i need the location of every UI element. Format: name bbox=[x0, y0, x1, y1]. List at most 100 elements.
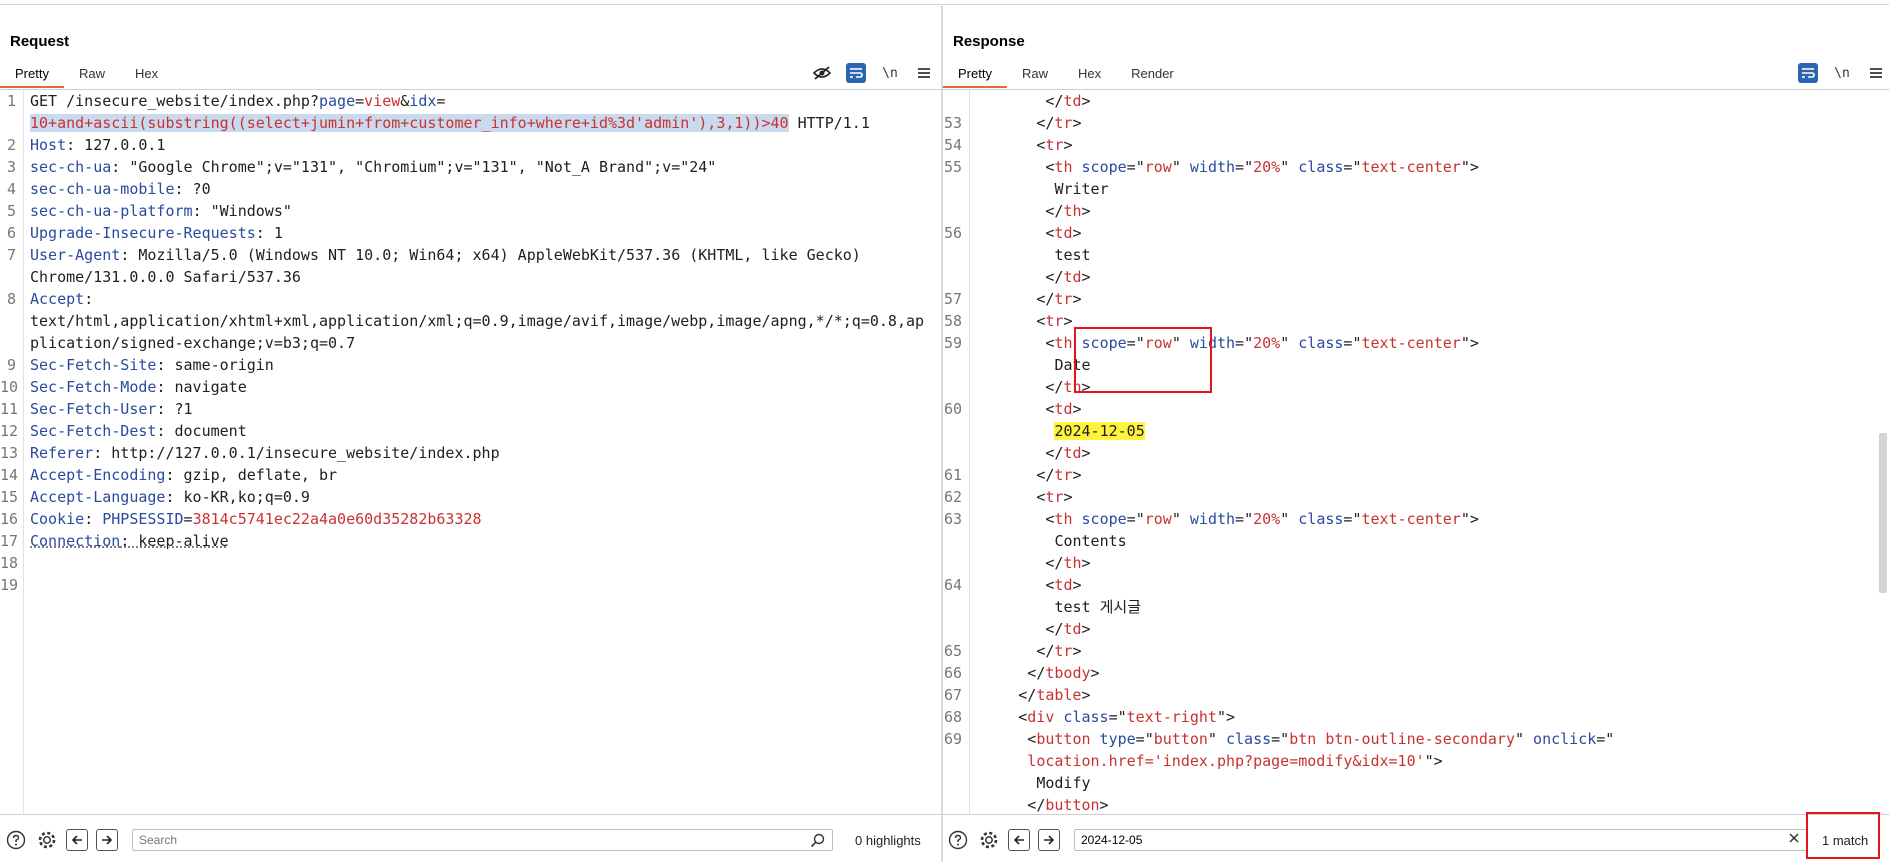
request-token: Accept-Language bbox=[30, 488, 166, 506]
request-search-input[interactable] bbox=[139, 830, 832, 850]
response-code-line: 69 <button type="button" class="btn btn-o… bbox=[943, 728, 1877, 750]
response-token: > bbox=[1081, 92, 1091, 110]
response-line-text: </tr> bbox=[1036, 112, 1081, 134]
response-next-match-button[interactable] bbox=[1038, 829, 1060, 851]
response-menu-button[interactable] bbox=[1866, 63, 1886, 83]
response-token: =" bbox=[1343, 510, 1362, 528]
request-code-line: 9 Sec-Fetch-Site: same-origin bbox=[0, 354, 941, 376]
request-token: Sec-Fetch-User bbox=[30, 400, 157, 418]
response-line-text: </th> bbox=[1045, 552, 1090, 574]
request-code-line: 11 Sec-Fetch-User: ?1 bbox=[0, 398, 941, 420]
request-code-line: Chrome/131.0.0.0 Safari/537.36 bbox=[0, 266, 941, 288]
tab-response-pretty[interactable]: Pretty bbox=[943, 62, 1007, 88]
response-token: =" bbox=[1235, 158, 1254, 176]
response-title: Response bbox=[953, 33, 1025, 50]
request-line-number: 3 bbox=[6, 158, 16, 176]
help-icon bbox=[6, 830, 26, 850]
tab-response-hex[interactable]: Hex bbox=[1063, 62, 1116, 88]
response-scrollbar[interactable] bbox=[1877, 90, 1889, 814]
request-help-button[interactable] bbox=[5, 829, 27, 851]
request-line-text: Referer: http://127.0.0.1/insecure_websi… bbox=[30, 442, 500, 464]
request-line-text: Host: 127.0.0.1 bbox=[30, 134, 165, 156]
close-icon[interactable] bbox=[1787, 831, 1801, 851]
response-code-line: </td> bbox=[943, 90, 1877, 112]
response-token: tbody bbox=[1045, 664, 1091, 682]
response-token: 20% bbox=[1253, 158, 1281, 176]
request-line-number: 15 bbox=[0, 488, 19, 506]
response-token: 2024-12-05 bbox=[1054, 422, 1145, 440]
request-editor[interactable]: 1 GET /insecure_website/index.php?page=vi… bbox=[0, 90, 941, 814]
response-token: "> bbox=[1460, 334, 1479, 352]
request-search-field[interactable] bbox=[132, 829, 833, 851]
request-line-text: Connection: keep-alive bbox=[30, 530, 229, 552]
request-line-number: 18 bbox=[0, 554, 19, 572]
response-token: td bbox=[1054, 400, 1073, 418]
response-scrollbar-thumb[interactable] bbox=[1879, 433, 1887, 593]
response-line-text: <td> bbox=[1045, 222, 1081, 244]
hide-nonprinting-button[interactable] bbox=[812, 63, 832, 83]
response-line-number: 54 bbox=[943, 136, 962, 154]
request-token: Host bbox=[30, 136, 67, 154]
tab-request-hex[interactable]: Hex bbox=[120, 62, 173, 88]
response-token: =" bbox=[1126, 510, 1145, 528]
request-line-number: 16 bbox=[0, 510, 19, 528]
response-line-text: </tr> bbox=[1036, 640, 1081, 662]
tab-request-pretty[interactable]: Pretty bbox=[0, 62, 64, 88]
response-token: button bbox=[1153, 730, 1208, 748]
request-token: PHPSESSID bbox=[102, 510, 184, 528]
response-help-button[interactable] bbox=[947, 829, 969, 851]
request-prev-match-button[interactable] bbox=[66, 829, 88, 851]
response-line-text: </table> bbox=[1018, 684, 1090, 706]
wrap-lines-button[interactable] bbox=[846, 63, 866, 83]
response-wrap-lines-button[interactable] bbox=[1798, 63, 1818, 83]
help-icon bbox=[948, 830, 968, 850]
response-line-number: 68 bbox=[943, 708, 962, 726]
response-code-line: test 게시글 bbox=[943, 596, 1877, 618]
response-editor[interactable]: </td> 53 </tr> 54 <tr> 55 <th scope="row" widt… bbox=[943, 90, 1877, 814]
response-token bbox=[1091, 730, 1100, 748]
response-prev-match-button[interactable] bbox=[1008, 829, 1030, 851]
response-token: </ bbox=[1036, 290, 1055, 308]
request-line-text: sec-ch-ua-platform: "Windows" bbox=[30, 200, 292, 222]
request-line-text: Chrome/131.0.0.0 Safari/537.36 bbox=[30, 266, 301, 288]
response-token: > bbox=[1072, 576, 1082, 594]
response-token: > bbox=[1072, 466, 1082, 484]
request-next-match-button[interactable] bbox=[96, 829, 118, 851]
request-panel: Request Pretty Raw Hex \n 1 GET /insecure… bbox=[0, 6, 941, 862]
response-line-number: 65 bbox=[943, 642, 962, 660]
request-token: & bbox=[400, 92, 410, 110]
response-line-text: </td> bbox=[1045, 442, 1090, 464]
response-search-field[interactable] bbox=[1074, 829, 1808, 851]
response-token: tr bbox=[1045, 136, 1064, 154]
response-token: " bbox=[1207, 730, 1226, 748]
response-show-newlines-button[interactable]: \n bbox=[1832, 63, 1852, 83]
response-token: row bbox=[1144, 510, 1172, 528]
request-line-text: Sec-Fetch-User: ?1 bbox=[30, 398, 193, 420]
response-line-text: </tr> bbox=[1036, 464, 1081, 486]
response-search-input[interactable] bbox=[1081, 830, 1807, 850]
request-token: Accept-Encoding bbox=[30, 466, 166, 484]
request-token: : 127.0.0.1 bbox=[66, 136, 166, 154]
tab-request-raw[interactable]: Raw bbox=[64, 62, 120, 88]
response-token: </ bbox=[1027, 664, 1046, 682]
request-token: : 1 bbox=[255, 224, 283, 242]
response-token: th bbox=[1063, 554, 1082, 572]
request-menu-button[interactable] bbox=[914, 63, 934, 83]
request-code-line: 19 bbox=[0, 574, 941, 596]
request-code-line: 15 Accept-Language: ko-KR,ko;q=0.9 bbox=[0, 486, 941, 508]
request-line-text: text/html,application/xhtml+xml,applicat… bbox=[30, 310, 924, 332]
response-token: tr bbox=[1054, 290, 1073, 308]
response-line-text: </button> bbox=[1027, 794, 1108, 814]
response-line-text: <td> bbox=[1045, 398, 1081, 420]
arrow-left-icon bbox=[1013, 835, 1024, 845]
request-settings-button[interactable] bbox=[36, 829, 58, 851]
show-newlines-button[interactable]: \n bbox=[880, 63, 900, 83]
tab-response-raw[interactable]: Raw bbox=[1007, 62, 1063, 88]
request-tabs: Pretty Raw Hex bbox=[0, 62, 173, 88]
response-line-text: Modify bbox=[1036, 772, 1090, 794]
response-settings-button[interactable] bbox=[978, 829, 1000, 851]
request-line-number: 8 bbox=[6, 290, 16, 308]
request-line-text: Upgrade-Insecure-Requests: 1 bbox=[30, 222, 283, 244]
tab-response-render[interactable]: Render bbox=[1116, 62, 1189, 88]
response-token: div bbox=[1027, 708, 1055, 726]
